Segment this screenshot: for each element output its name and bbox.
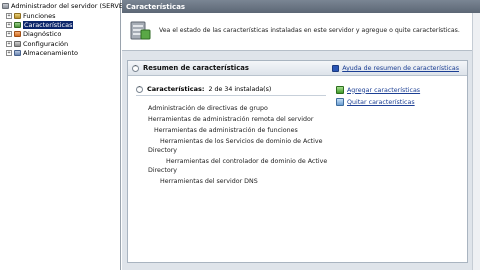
list-item: Directory	[148, 167, 178, 174]
diagnostics-icon	[14, 31, 21, 37]
help-link-label: Ayuda de resumen de características	[342, 65, 459, 72]
features-server-icon	[130, 21, 151, 40]
expand-icon[interactable]: +	[6, 50, 12, 56]
features-label: Características:	[147, 85, 205, 93]
help-icon	[332, 65, 340, 72]
storage-icon	[14, 50, 21, 56]
help-link[interactable]: Ayuda de resumen de características	[332, 65, 459, 72]
vertical-scrollbar[interactable]	[472, 13, 480, 270]
tree-item-label: Funciones	[23, 12, 56, 20]
divider	[136, 95, 326, 96]
list-item: Herramientas de administración remota de…	[148, 116, 314, 123]
intro-text: Vea el estado de las características ins…	[159, 27, 460, 34]
collapse-icon[interactable]: ⌃	[132, 64, 139, 72]
tree-item-label: Configuración	[23, 40, 69, 48]
remove-features-link[interactable]: Quitar características	[336, 98, 415, 106]
add-features-link[interactable]: Agregar características	[336, 86, 420, 94]
tree-item-diagnostico[interactable]: + Diagnóstico	[6, 30, 61, 38]
add-features-label: Agregar características	[347, 86, 421, 94]
expand-icon[interactable]: +	[6, 31, 12, 37]
roles-icon	[14, 13, 21, 19]
list-item: Herramientas de los Servicios de dominio…	[160, 138, 323, 145]
expand-icon[interactable]: +	[6, 22, 12, 28]
installed-count: 2 de 34 instalada(s)	[208, 85, 272, 93]
expand-icon[interactable]: +	[6, 41, 12, 47]
tree-item-caracteristicas[interactable]: + Características	[6, 21, 74, 29]
tree-root-server-manager[interactable]: Administrador del servidor (SERVER	[2, 2, 128, 10]
tree-item-label: Diagnóstico	[23, 30, 62, 38]
features-subheader[interactable]: ⌃ Características: 2 de 34 instalada(s)	[136, 85, 271, 93]
configuration-icon	[14, 41, 21, 47]
pane-title: Características	[126, 2, 186, 11]
collapse-icon[interactable]: ⌃	[136, 85, 143, 93]
features-icon	[14, 22, 21, 28]
list-item: Directory	[148, 147, 178, 154]
server-manager-icon	[2, 3, 9, 9]
tree-item-almacenamiento[interactable]: + Almacenamiento	[6, 49, 78, 57]
remove-features-label: Quitar características	[347, 98, 415, 106]
content-pane: Características Vea el estado de las car…	[122, 0, 480, 270]
section-title: Resumen de características	[143, 64, 249, 72]
tree-item-label: Características	[23, 21, 74, 29]
list-item: Herramientas de administración de funcio…	[154, 127, 298, 134]
expand-icon[interactable]: +	[6, 13, 12, 19]
features-summary-section: ⌃ Resumen de características Ayuda de re…	[127, 60, 468, 263]
intro-panel: Vea el estado de las características ins…	[122, 13, 480, 51]
pane-header: Características	[122, 0, 480, 13]
list-item: Administración de directivas de grupo	[148, 105, 268, 112]
tree-root-label: Administrador del servidor (SERVER	[11, 2, 128, 10]
tree-item-configuracion[interactable]: + Configuración	[6, 40, 68, 48]
list-item: Herramientas del servidor DNS	[160, 178, 258, 185]
section-header[interactable]: ⌃ Resumen de características Ayuda de re…	[128, 61, 467, 76]
tree-item-funciones[interactable]: + Funciones	[6, 12, 55, 20]
tree-item-label: Almacenamiento	[23, 49, 79, 57]
add-features-icon	[336, 86, 344, 94]
list-item: Herramientas del controlador de dominio …	[166, 158, 328, 165]
remove-features-icon	[336, 98, 344, 106]
navigation-tree: Administrador del servidor (SERVER + Fun…	[0, 0, 128, 270]
